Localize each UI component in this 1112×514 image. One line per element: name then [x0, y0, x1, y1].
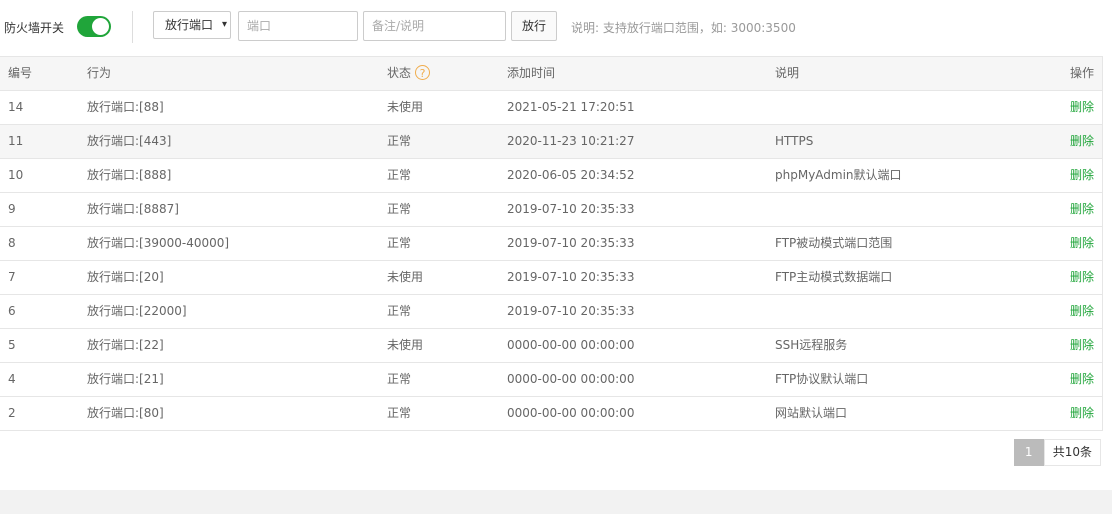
row-time: 0000-00-00 00:00:00 [507, 406, 635, 420]
row-id: 8 [8, 236, 16, 250]
table-row: 11 放行端口:[443] 正常 2020-11-23 10:21:27 HTT… [0, 125, 1102, 159]
row-desc: FTP被动模式端口范围 [775, 236, 893, 250]
delete-link[interactable]: 删除 [1070, 125, 1094, 158]
row-action: 放行端口:[88] [87, 100, 164, 114]
row-time: 2019-07-10 20:35:33 [507, 202, 635, 216]
row-status: 未使用 [387, 100, 424, 114]
delete-link[interactable]: 删除 [1070, 227, 1094, 260]
toolbar-divider [132, 11, 133, 43]
row-time: 2019-07-10 20:35:33 [507, 270, 635, 284]
delete-link[interactable]: 删除 [1070, 397, 1094, 430]
firewall-rules-table: 编号 行为 状态? 添加时间 说明 操作 14 放行端口:[88] 未使用 20… [0, 56, 1103, 431]
row-action: 放行端口:[20] [87, 270, 164, 284]
row-time: 0000-00-00 00:00:00 [507, 372, 635, 386]
row-id: 10 [8, 168, 24, 182]
row-desc: HTTPS [775, 134, 814, 148]
row-id: 11 [8, 134, 24, 148]
delete-link[interactable]: 删除 [1070, 91, 1094, 124]
note-input-placeholder: 备注/说明 [372, 19, 425, 33]
table-row: 8 放行端口:[39000-40000] 正常 2019-07-10 20:35… [0, 227, 1102, 261]
row-status: 正常 [387, 372, 412, 386]
delete-link[interactable]: 删除 [1070, 159, 1094, 192]
row-id: 14 [8, 100, 24, 114]
row-time: 2019-07-10 20:35:33 [507, 304, 635, 318]
row-desc: FTP协议默认端口 [775, 372, 869, 386]
delete-link[interactable]: 删除 [1070, 261, 1094, 294]
row-time: 0000-00-00 00:00:00 [507, 338, 635, 352]
pagination: 1 共10条 [1013, 439, 1101, 466]
row-status: 正常 [387, 134, 412, 148]
delete-link[interactable]: 删除 [1070, 295, 1094, 328]
row-action: 放行端口:[443] [87, 134, 172, 148]
row-action: 放行端口:[22] [87, 338, 164, 352]
help-icon[interactable]: ? [415, 65, 431, 80]
row-id: 7 [8, 270, 16, 284]
page-total-count: 共10条 [1043, 439, 1101, 466]
chevron-down-icon: ▾ [221, 19, 227, 30]
row-status: 未使用 [387, 270, 424, 284]
col-status-label: 状态 [387, 66, 412, 80]
row-time: 2020-06-05 20:34:52 [507, 168, 635, 182]
row-status: 未使用 [387, 338, 424, 352]
allow-button[interactable]: 放行 [511, 11, 557, 41]
table-row: 5 放行端口:[22] 未使用 0000-00-00 00:00:00 SSH远… [0, 329, 1102, 363]
col-id: 编号 [8, 66, 33, 80]
col-status: 状态? [387, 57, 431, 90]
table-row: 9 放行端口:[8887] 正常 2019-07-10 20:35:33 删除 [0, 193, 1102, 227]
action-select-value: 放行端口 [165, 18, 214, 32]
row-id: 6 [8, 304, 16, 318]
row-action: 放行端口:[22000] [87, 304, 187, 318]
firewall-toolbar: 防火墙开关 放行端口 ▾ 端口 备注/说明 放行 说明: 支持放行端口范围，如:… [0, 0, 1112, 56]
row-desc: FTP主动模式数据端口 [775, 270, 893, 284]
table-header: 编号 行为 状态? 添加时间 说明 操作 [0, 57, 1102, 91]
row-action: 放行端口:[39000-40000] [87, 236, 230, 250]
col-op: 操作 [1069, 66, 1094, 80]
row-action: 放行端口:[888] [87, 168, 172, 182]
col-time: 添加时间 [507, 66, 556, 80]
table-row: 7 放行端口:[20] 未使用 2019-07-10 20:35:33 FTP主… [0, 261, 1102, 295]
firewall-switch-label: 防火墙开关 [4, 21, 65, 35]
row-action: 放行端口:[21] [87, 372, 164, 386]
row-desc: phpMyAdmin默认端口 [775, 168, 902, 182]
table-row: 2 放行端口:[80] 正常 0000-00-00 00:00:00 网站默认端… [0, 397, 1102, 431]
row-status: 正常 [387, 236, 412, 250]
row-id: 2 [8, 406, 16, 420]
toggle-knob [92, 18, 109, 35]
delete-link[interactable]: 删除 [1070, 193, 1094, 226]
row-time: 2021-05-21 17:20:51 [507, 100, 635, 114]
row-status: 正常 [387, 202, 412, 216]
action-select[interactable]: 放行端口 ▾ [153, 11, 231, 39]
row-status: 正常 [387, 168, 412, 182]
port-input-placeholder: 端口 [247, 19, 272, 33]
port-range-hint: 说明: 支持放行端口范围，如: 3000:3500 [571, 21, 796, 35]
page-current[interactable]: 1 [1013, 439, 1044, 466]
table-row: 6 放行端口:[22000] 正常 2019-07-10 20:35:33 删除 [0, 295, 1102, 329]
table-row: 14 放行端口:[88] 未使用 2021-05-21 17:20:51 删除 [0, 91, 1102, 125]
row-desc: 网站默认端口 [775, 406, 848, 420]
firewall-toggle[interactable] [77, 16, 111, 37]
row-time: 2020-11-23 10:21:27 [507, 134, 635, 148]
col-desc: 说明 [775, 66, 800, 80]
row-status: 正常 [387, 304, 412, 318]
row-action: 放行端口:[8887] [87, 202, 179, 216]
note-input[interactable]: 备注/说明 [363, 11, 506, 41]
footer-band [0, 490, 1112, 514]
row-id: 9 [8, 202, 16, 216]
row-time: 2019-07-10 20:35:33 [507, 236, 635, 250]
row-action: 放行端口:[80] [87, 406, 164, 420]
row-id: 5 [8, 338, 16, 352]
port-input[interactable]: 端口 [238, 11, 358, 41]
table-row: 4 放行端口:[21] 正常 0000-00-00 00:00:00 FTP协议… [0, 363, 1102, 397]
col-action: 行为 [87, 66, 112, 80]
delete-link[interactable]: 删除 [1070, 329, 1094, 362]
table-row: 10 放行端口:[888] 正常 2020-06-05 20:34:52 php… [0, 159, 1102, 193]
row-status: 正常 [387, 406, 412, 420]
row-id: 4 [8, 372, 16, 386]
delete-link[interactable]: 删除 [1070, 363, 1094, 396]
row-desc: SSH远程服务 [775, 338, 848, 352]
